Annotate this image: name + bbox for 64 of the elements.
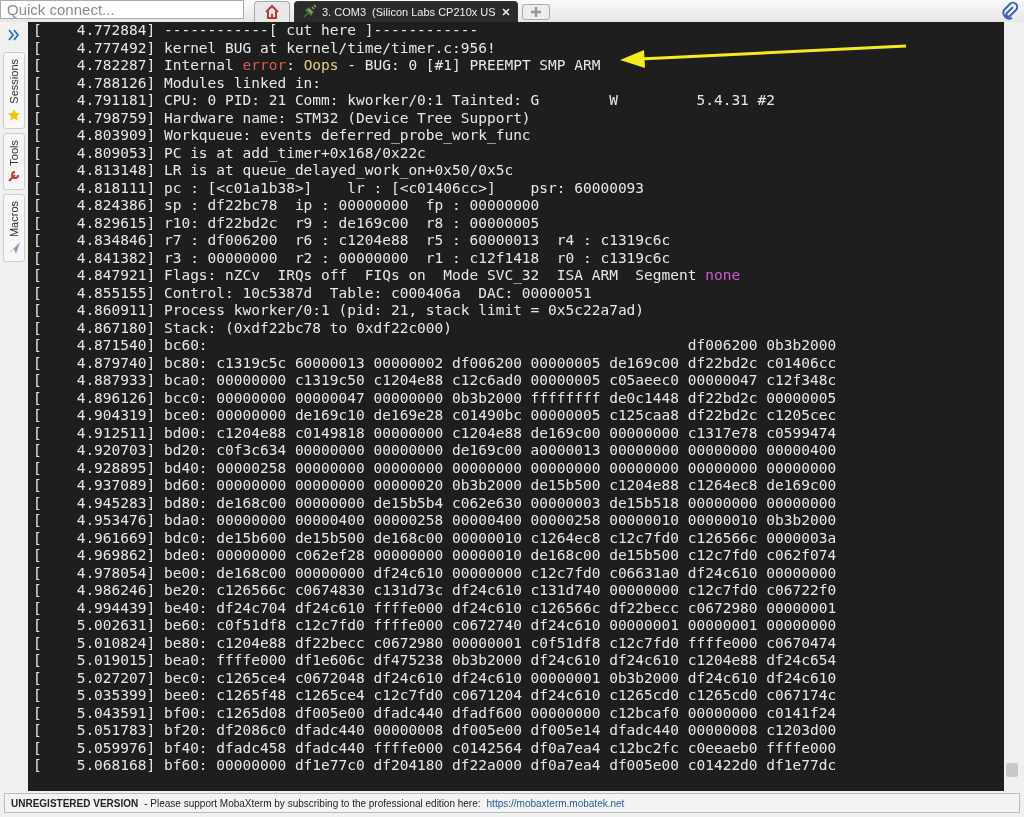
terminal-line: [ 4.879740] bc80: c1319c5c 60000013 00000002 df006200 00000005 de169c00 df22bd2c c01406cc <box>33 354 837 371</box>
terminal-line: [ 4.803909] Workqueue: events deferred_probe_work_func <box>33 127 531 143</box>
star-icon <box>7 107 21 122</box>
terminal-line: [ 4.782287] Internal error: Oops - BUG: 0 [#1] PREEMPT SMP ARM <box>33 57 601 73</box>
tab-title: 3. COM3 (Silicon Labs CP210x US <box>322 6 496 18</box>
terminal-line: [ 4.871540] bc60: df006200 0b3b2000 <box>33 337 837 353</box>
paperclip-icon[interactable] <box>1000 1 1020 21</box>
terminal-line: [ 4.772884] ------------[ cut here ]------------ <box>33 22 479 38</box>
terminal-line: [ 4.841382] r3 : 00000000 r2 : 00000000 r1 : c12f1418 r0 : c1319c6c <box>33 249 671 266</box>
terminal-line: [ 4.867180] Stack: (0xdf22bc78 to 0xdf22c000) <box>33 319 453 336</box>
terminal-line: [ 4.969862] bde0: 00000000 c062ef28 00000000 00000010 de168c00 de15b500 c12c7fd0 c062f074 <box>33 547 837 563</box>
sidebar-tab[interactable]: Tools <box>3 132 25 191</box>
terminal-line: [ 4.818111] pc : [<c01a1b38>] lr : [<c01406cc>] psr: 60000093 <box>33 179 645 196</box>
terminal-line: [ 5.043591] bf00: c1265d08 df005e00 dfadc440 dfadf600 00000000 c12bcaf0 00000000 c0141f24 <box>33 704 837 721</box>
status-label: UNREGISTERED VERSION <box>11 797 139 809</box>
terminal-line: [ 4.928895] bd40: 00000258 00000000 00000000 00000000 00000000 00000000 00000000 00000000 <box>33 459 837 476</box>
status-message: - Please support MobaXterm by subscribing to the professional edition here: <box>144 797 481 809</box>
plus-icon <box>529 6 542 18</box>
terminal-line: [ 5.068168] bf60: 00000000 df1e77c0 df204180 df22a000 df0a7ea4 df005e00 c01422d0 df1e77dc <box>33 757 837 773</box>
terminal-line: [ 4.847921] Flags: nZCv IRQs off FIQs on Mode SVC_32 ISA ARM Segment none <box>33 267 741 283</box>
terminal-line: [ 4.937089] bd60: 00000000 00000000 00000020 0b3b2000 de15b500 c1204e88 c1264ec8 de169c00 <box>33 477 837 493</box>
expand-icon[interactable] <box>7 28 21 42</box>
terminal-line: [ 4.994439] be40: df24c704 df24c610 ffffe000 df24c610 c126566c df22becc c0672980 00000001 <box>33 599 837 616</box>
house-icon <box>264 4 280 20</box>
terminal-line: [ 4.912511] bd00: c1204e88 c0149818 00000000 c1204e88 de169c00 00000000 c1317e78 c0599474 <box>33 424 837 441</box>
terminal-line: [ 5.027207] bec0: c1265ce4 c0672048 df24c610 df24c610 00000001 0b3b2000 df24c610 df24c610 <box>33 669 837 686</box>
terminal-line: [ 4.829615] r10: df22bd2c r9 : de169c00 r8 : 00000005 <box>33 214 540 231</box>
terminal-line: [ 4.961669] bdc0: de15b600 de15b500 de168c00 00000010 c1264ec8 c12c7fd0 c126566c 0000003a <box>33 529 837 546</box>
terminal-line: [ 5.051783] bf20: df2086c0 dfadc440 00000008 df005e00 df005e14 dfadc440 00000008 c1203d00 <box>33 722 837 738</box>
sidebar-tab[interactable]: Macros <box>3 194 25 263</box>
terminal-line: [ 4.809053] PC is at add_timer+0x168/0x22c <box>33 144 426 161</box>
wrench-icon <box>7 169 21 184</box>
scrollbar-thumb[interactable] <box>1006 763 1018 777</box>
terminal-line: [ 4.978054] be00: de168c00 00000000 df24c610 00000000 c12c7fd0 c06631a0 df24c610 00000000 <box>33 564 837 581</box>
terminal-line: [ 4.788126] Modules linked in: <box>33 74 322 91</box>
website-link[interactable]: https://mobaxterm.mobatek.net <box>486 797 625 809</box>
terminal-line: [ 4.834846] r7 : df006200 r6 : c1204e88 r5 : 60000013 r4 : c1319c6c <box>33 232 671 248</box>
sidebar-tab[interactable]: Sessions <box>3 52 25 129</box>
home-tab[interactable] <box>254 1 290 22</box>
terminal-line: [ 4.904319] bce0: 00000000 de169c10 de169e28 c01490bc 00000005 c125caa8 df22bd2c c1205cec <box>33 407 837 423</box>
terminal-line: [ 4.791181] CPU: 0 PID: 21 Comm: kworker/0:1 Tainted: G W 5.4.31 #2 <box>33 92 776 108</box>
terminal-line: [ 4.945283] bd80: de168c00 00000000 de15b5b4 c062e630 00000003 de15b518 00000000 00000000 <box>33 494 837 511</box>
terminal-line: [ 4.860911] Process kworker/0:1 (pid: 21, stack limit = 0x5c22a7ad) <box>33 302 645 318</box>
quick-connect-field[interactable]: Quick connect... <box>0 0 244 19</box>
terminal-line: [ 5.035399] bee0: c1265f48 c1265ce4 c12c7fd0 c0671204 df24c610 c1265cd0 c1265cd0 c067174c <box>33 687 837 703</box>
terminal-line: [ 4.920703] bd20: c0f3c634 00000000 00000000 de169c00 a0000013 00000000 00000000 00000400 <box>33 442 837 458</box>
terminal-line: [ 4.855155] Control: 10c5387d Table: c000406a DAC: 00000051 <box>33 284 592 301</box>
terminal-line: [ 4.887933] bca0: 00000000 c1319c50 c1204e88 c12c6ad0 00000005 c05aeec0 00000047 c12f348c <box>33 372 837 388</box>
terminal-line: [ 4.824386] sp : df22bc78 ip : 00000000 fp : 00000000 <box>33 197 540 213</box>
terminal-line: [ 4.813148] LR is at queue_delayed_work_on+0x50/0x5c <box>33 162 514 178</box>
terminal-line: [ 4.986246] be20: c126566c c0674830 c131d73c df24c610 c131d740 00000000 c12c7fd0 c06722f0 <box>33 582 837 598</box>
close-icon[interactable] <box>500 7 511 17</box>
new-tab-button[interactable] <box>521 4 550 20</box>
terminal-line: [ 5.002631] be60: c0f51df8 c12c7fd0 ffffe000 c0672740 df24c610 00000001 00000001 00000000 <box>33 617 837 633</box>
terminal-line: [ 4.798759] Hardware name: STM32 (Device Tree Support) <box>33 109 531 126</box>
terminal-line: [ 5.019015] bea0: ffffe000 df1e606c df475238 0b3b2000 df24c610 df24c610 c1204e88 df24c654 <box>33 652 837 668</box>
session-tab[interactable]: 3. COM3 (Silicon Labs CP210x US <box>294 1 518 22</box>
terminal-line: [ 5.010824] be80: c1204e88 df22becc c0672980 00000001 c0f51df8 c12c7fd0 ffffe000 c0670474 <box>33 634 837 651</box>
plug-icon <box>301 4 317 20</box>
terminal-line: [ 4.896126] bcc0: 00000000 00000047 00000000 0b3b2000 ffffffff de0c1448 df22bd2c 00000005 <box>33 389 837 406</box>
terminal-line: [ 4.777492] kernel BUG at kernel/time/timer.c:956! <box>33 39 496 56</box>
scrollbar[interactable] <box>1004 22 1020 791</box>
terminal-line: [ 4.953476] bda0: 00000000 00000400 00000258 00000400 00000258 00000010 00000010 0b3b2000 <box>33 512 837 528</box>
terminal-line: [ 5.059976] bf40: dfadc458 dfadc440 ffffe000 c0142564 df0a7ea4 c12bc2fc c0eeaeb0 ffffe000 <box>33 739 837 756</box>
